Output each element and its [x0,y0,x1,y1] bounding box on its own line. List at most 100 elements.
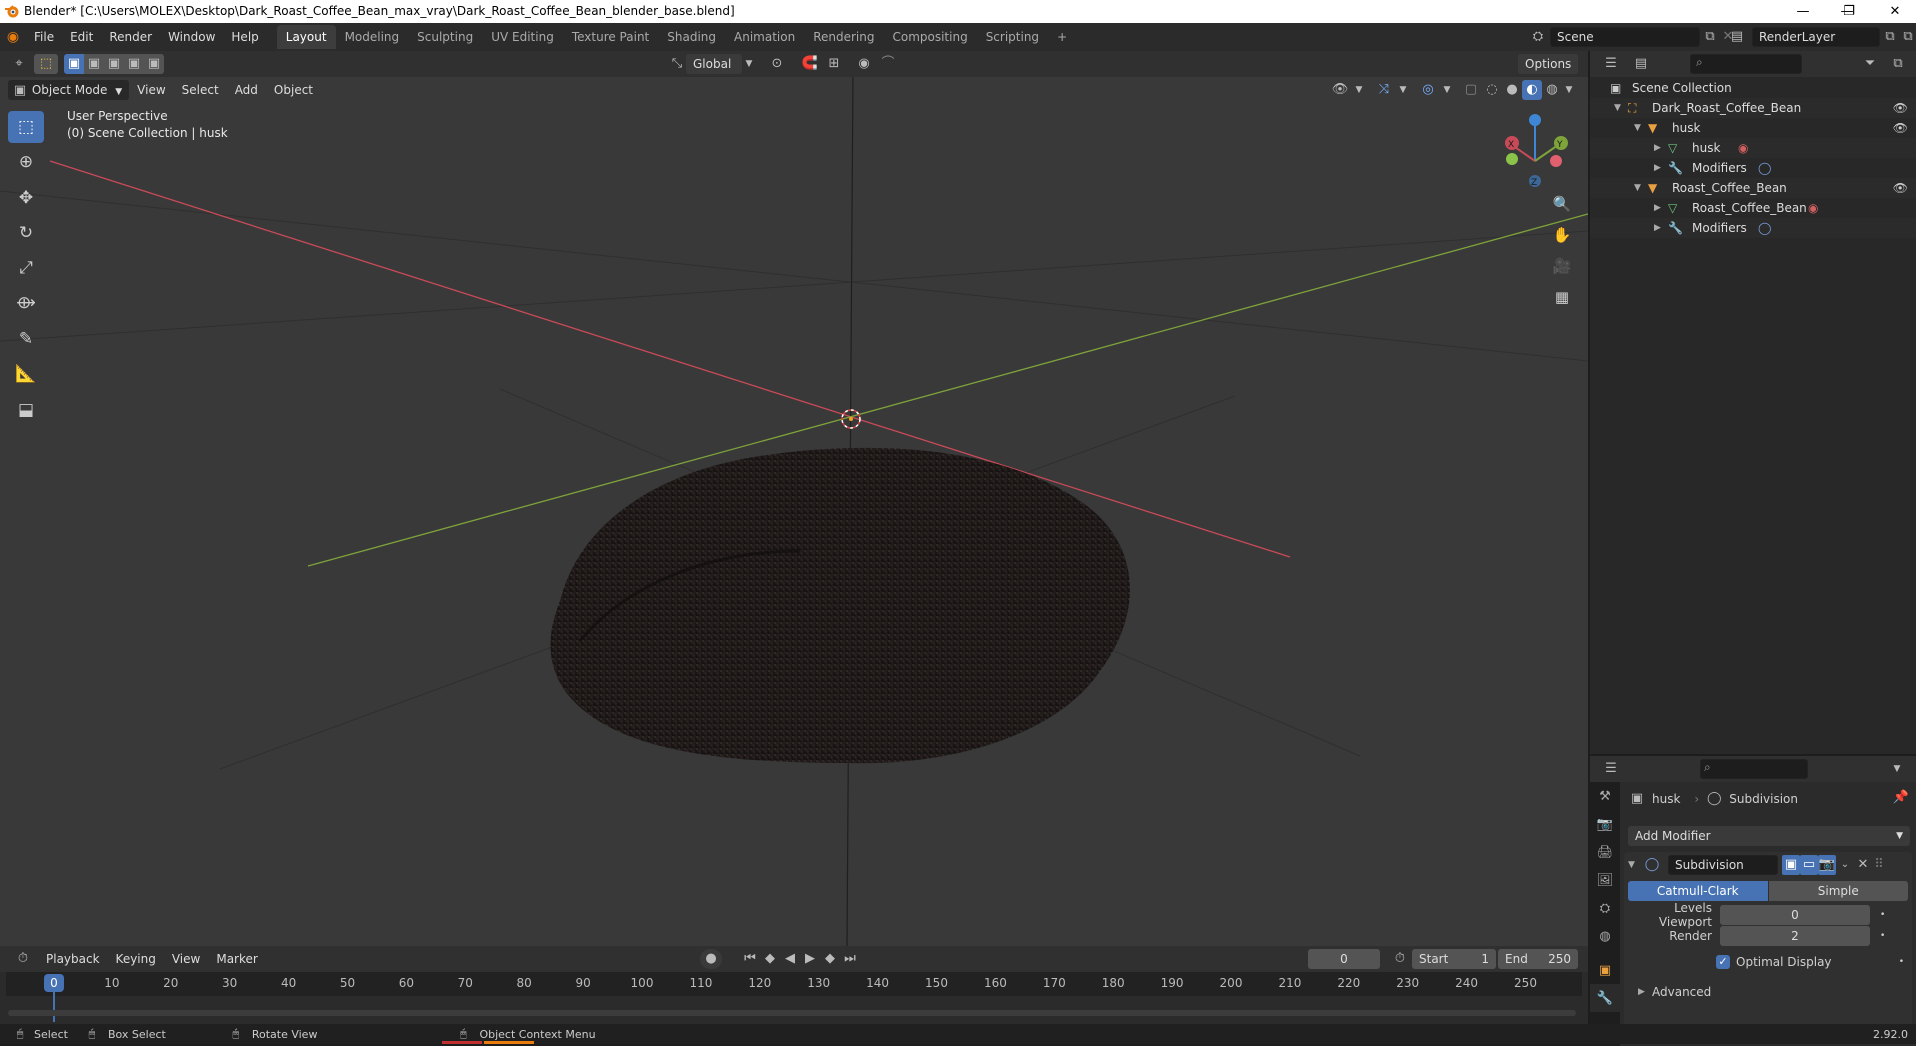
expand-triangle-icon[interactable]: ▶ [1654,158,1661,178]
keyframe-dot-icon[interactable]: • [1899,957,1904,967]
mode-selector[interactable]: ▣ Object Mode ▼ [8,80,130,100]
outliner-editor-icon[interactable]: ☰ [1596,54,1626,74]
outliner-search-input[interactable] [1690,54,1802,74]
chevron-down-icon[interactable]: ▼ [1886,759,1908,779]
tab-animation[interactable]: Animation [725,25,804,49]
new-layer-icon[interactable]: ⧉ [1880,27,1900,47]
timeline-editor-icon[interactable]: ⏱ [8,949,38,969]
play-reverse-icon[interactable]: ◀ [780,949,800,969]
tab-view-layer[interactable]: 🖼 [1590,866,1620,894]
scene-name-field[interactable]: Scene [1550,27,1700,47]
outliner-row[interactable]: ▶ 🔧 Modifiers ◯ [1590,158,1916,178]
xray-icon[interactable]: ▢ [1460,80,1482,100]
collapse-triangle-icon[interactable]: ▼ [1628,860,1642,870]
tab-scene[interactable]: ⛭ [1590,894,1620,922]
outliner-row[interactable]: ▶ ▽ husk ◉ [1590,138,1916,158]
editor-type-icon[interactable]: ⌖ [4,54,34,74]
ortho-toggle-button[interactable]: ▦ [1548,283,1576,311]
catmull-clark-button[interactable]: Catmull-Clark [1628,881,1768,901]
transform-orientation-dropdown[interactable]: Global [686,54,742,74]
end-frame-field[interactable]: End 250 [1498,949,1578,969]
timeline-ruler[interactable]: 0 10 20 30 40 50 60 70 80 90 100 110 120 130 140 150 16… [6,972,1582,1022]
drag-handle-icon[interactable]: ⠿ [1872,855,1886,875]
timeline-menu-view[interactable]: View [164,946,208,972]
expand-triangle-icon[interactable]: ▼ [1634,118,1641,138]
material-shading-icon[interactable]: ◐ [1522,80,1542,100]
restore-icon[interactable]: ❐ [1826,0,1872,23]
playhead-indicator[interactable]: 0 [44,974,64,992]
proportional-edit-icon[interactable]: ◉ [852,54,876,74]
blender-menu-icon[interactable]: ◉ [0,29,26,45]
tab-scripting[interactable]: Scripting [977,25,1048,49]
menu-file[interactable]: File [26,23,62,51]
select-box-tool[interactable]: ⬚ [8,111,44,143]
menu-render[interactable]: Render [101,23,160,51]
menu-window[interactable]: Window [160,23,223,51]
timeline-menu-keying[interactable]: Keying [108,946,164,972]
new-collection-icon[interactable]: ⧉ [1886,54,1910,74]
optimal-display-checkbox[interactable]: ✓ [1716,955,1730,969]
add-workspace-button[interactable]: + [1048,25,1076,49]
wireframe-shading-icon[interactable]: ◌ [1482,80,1502,100]
remove-modifier-icon[interactable]: ✕ [1854,855,1872,875]
navigation-gizmo[interactable]: X Y Z [1505,114,1568,188]
render-layer-icon[interactable]: ▤ [1722,27,1752,47]
select-subtract-icon[interactable]: ▣ [104,54,124,74]
outliner-row[interactable]: ▶ 🔧 Modifiers ◯ [1590,218,1916,238]
tab-tool[interactable]: ⚒ [1590,782,1620,810]
expand-triangle-icon[interactable]: ▶ [1654,138,1661,158]
rendered-shading-icon[interactable]: ◍ [1542,80,1562,100]
tab-compositing[interactable]: Compositing [883,25,976,49]
visibility-icon[interactable]: 👁 [1328,80,1352,100]
gizmo-toggle-icon[interactable]: ⤨ [1372,80,1396,100]
render-toggle-icon[interactable]: 📷 [1818,855,1836,875]
timeline-scrollbar[interactable] [8,1010,1576,1016]
viewport-menu-view[interactable]: View [129,79,173,101]
outliner-row[interactable]: ▣ Scene Collection [1590,78,1916,98]
clock-icon[interactable]: ⏱ [1390,949,1410,969]
tab-sculpting[interactable]: Sculpting [408,25,482,49]
select-new-icon[interactable]: ▣ [64,54,84,74]
cursor-tool[interactable]: ⊕ [8,146,44,178]
tab-uv-editing[interactable]: UV Editing [482,25,563,49]
properties-editor-icon[interactable]: ☰ [1596,759,1626,779]
tab-world[interactable]: ◍ [1590,922,1620,950]
menu-help[interactable]: Help [223,23,266,51]
tab-render[interactable]: 📷 [1590,810,1620,838]
tab-shading[interactable]: Shading [658,25,725,49]
scene-icon[interactable]: ⛭ [1526,27,1550,47]
tab-rendering[interactable]: Rendering [804,25,883,49]
transform-orientation-icon[interactable]: ⤡ [668,54,686,74]
minimize-icon[interactable]: — [1780,0,1826,23]
start-frame-field[interactable]: Start 1 [1412,949,1496,969]
render-levels-field[interactable]: 2 [1720,926,1870,946]
rotate-tool[interactable]: ↻ [8,217,44,249]
expand-triangle-icon[interactable]: ▼ [1634,178,1641,198]
tab-texture-paint[interactable]: Texture Paint [563,25,658,49]
add-cube-tool[interactable]: ⬓ [8,394,44,426]
annotate-tool[interactable]: ✎ [8,323,44,355]
properties-search-input[interactable] [1700,759,1808,779]
viewport-menu-add[interactable]: Add [227,79,266,101]
viewport-toggle-icon[interactable]: ▭ [1800,855,1818,875]
delete-layer-icon[interactable]: ⧉ [1900,27,1916,47]
outliner-row[interactable]: ▶ ▽ Roast_Coffee_Bean ◉ [1590,198,1916,218]
keyframe-dot-icon[interactable]: • [1880,931,1885,941]
snap-target-icon[interactable]: ⊞ [822,54,846,74]
scale-tool[interactable]: ⤢ [8,252,44,284]
options-dropdown[interactable]: Options [1518,54,1579,74]
simple-button[interactable]: Simple [1768,881,1908,901]
record-icon[interactable]: ● [700,949,722,969]
move-tool[interactable]: ✥ [8,182,44,214]
select-mode-icon[interactable]: ⬚ [34,54,58,74]
display-mode-icon[interactable]: ▤ [1626,54,1656,74]
keyframe-dot-icon[interactable]: • [1880,910,1885,920]
tab-modeling[interactable]: Modeling [336,25,409,49]
render-layer-field[interactable]: RenderLayer [1752,27,1880,47]
pin-icon[interactable]: 📌 [1892,788,1910,808]
filter-icon[interactable]: ⏷ [1858,54,1882,74]
falloff-icon[interactable]: ⌒ [876,54,900,74]
next-keyframe-icon[interactable]: ◆ [820,949,840,969]
expand-triangle-icon[interactable]: ▶ [1654,218,1661,238]
select-intersect-icon[interactable]: ▣ [144,54,164,74]
